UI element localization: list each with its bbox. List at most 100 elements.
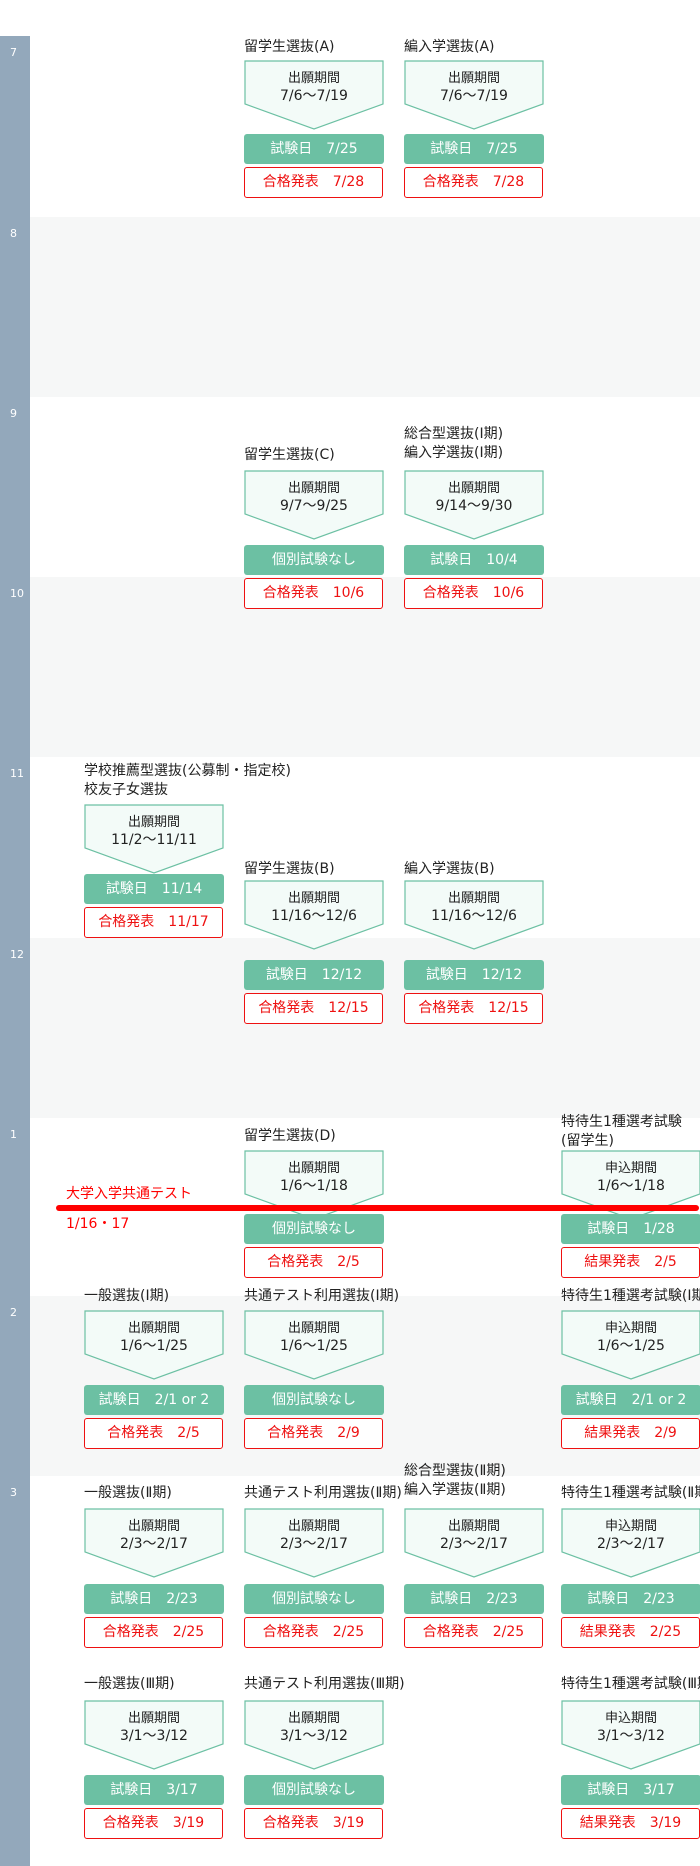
selection-title: 一般選抜(Ⅰ期): [84, 1288, 170, 1304]
month-column: 11: [0, 757, 30, 938]
month-label: 7: [10, 46, 17, 59]
exam-date-badge: 試験日 2/1 or 2: [84, 1385, 224, 1415]
selection-title: 編入学選抜(B): [404, 861, 495, 877]
result-date-badge: 結果発表 2/25: [561, 1617, 700, 1648]
common-test-title: 大学入学共通テスト: [66, 1186, 192, 1202]
common-test-date: 1/16・17: [66, 1216, 130, 1232]
period-dates: 1/6〜1/25: [120, 1338, 188, 1354]
selection-title: 留学生選抜(A): [244, 39, 335, 55]
application-period-marker: 出願期間 1/6〜1/25: [84, 1310, 224, 1380]
result-date-badge: 合格発表 2/25: [84, 1617, 223, 1648]
exam-date-badge: 試験日 7/25: [244, 134, 384, 164]
exam-date-badge: 試験日 2/23: [561, 1584, 700, 1614]
period-dates: 2/3〜2/17: [280, 1536, 348, 1552]
month-label: 2: [10, 1306, 17, 1319]
selection-title: 留学生選抜(D): [244, 1128, 336, 1144]
period-label: 出願期間: [447, 1519, 500, 1534]
result-date-badge: 合格発表 3/19: [244, 1808, 383, 1839]
period-dates: 2/3〜2/17: [120, 1536, 188, 1552]
month-column: 8: [0, 217, 30, 397]
application-period-marker: 申込期間 1/6〜1/25: [561, 1310, 700, 1380]
result-date-badge: 合格発表 7/28: [404, 167, 543, 198]
result-date-badge: 合格発表 11/17: [84, 907, 223, 938]
application-period-marker: 出願期間 11/16〜12/6: [244, 880, 384, 950]
exam-date-badge: 個別試験なし: [244, 1214, 384, 1244]
exam-date-badge: 個別試験なし: [244, 1385, 384, 1415]
period-label: 出願期間: [287, 71, 340, 86]
result-date-badge: 合格発表 12/15: [404, 993, 543, 1024]
period-label: 出願期間: [287, 1321, 340, 1336]
exam-date-badge: 試験日 10/4: [404, 545, 544, 575]
period-dates: 1/6〜1/25: [597, 1338, 665, 1354]
month-label: 8: [10, 227, 17, 240]
month-label: 12: [10, 948, 24, 961]
month-column: 2: [0, 1296, 30, 1476]
period-label: 出願期間: [287, 1519, 340, 1534]
period-label: 出願期間: [127, 1321, 180, 1336]
period-dates: 2/3〜2/17: [440, 1536, 508, 1552]
exam-date-badge: 個別試験なし: [244, 1775, 384, 1805]
result-date-badge: 合格発表 7/28: [244, 167, 383, 198]
selection-title: 共通テスト利用選抜(Ⅰ期): [244, 1288, 400, 1304]
period-dates: 3/1〜3/12: [280, 1728, 348, 1744]
exam-date-badge: 試験日 2/23: [404, 1584, 544, 1614]
period-dates: 1/6〜1/18: [597, 1178, 665, 1194]
period-label: 出願期間: [287, 1711, 340, 1726]
month-label: 10: [10, 587, 24, 600]
application-period-marker: 出願期間 1/6〜1/25: [244, 1310, 384, 1380]
selection-title: 特待生1種選考試験 (留学生): [561, 1114, 682, 1149]
application-period-marker: 出願期間 11/2〜11/11: [84, 804, 224, 874]
period-dates: 11/2〜11/11: [111, 832, 197, 848]
period-label: 申込期間: [604, 1321, 657, 1336]
period-dates: 9/14〜9/30: [435, 498, 513, 514]
month-column: 9: [0, 397, 30, 577]
month-label: 11: [10, 767, 24, 780]
period-label: 出願期間: [447, 891, 500, 906]
exam-date-badge: 試験日 3/17: [561, 1775, 700, 1805]
exam-date-badge: 試験日 2/1 or 2: [561, 1385, 700, 1415]
selection-title: 一般選抜(Ⅲ期): [84, 1676, 175, 1692]
period-dates: 7/6〜7/19: [440, 88, 508, 104]
exam-date-badge: 個別試験なし: [244, 1584, 384, 1614]
exam-date-badge: 試験日 3/17: [84, 1775, 224, 1805]
period-label: 出願期間: [447, 481, 500, 496]
application-period-marker: 出願期間 2/3〜2/17: [244, 1508, 384, 1578]
period-label: 出願期間: [127, 1519, 180, 1534]
period-label: 申込期間: [604, 1519, 657, 1534]
application-period-marker: 出願期間 7/6〜7/19: [244, 60, 384, 130]
period-dates: 3/1〜3/12: [597, 1728, 665, 1744]
month-label: 9: [10, 407, 17, 420]
result-date-badge: 結果発表 3/19: [561, 1808, 700, 1839]
period-dates: 3/1〜3/12: [120, 1728, 188, 1744]
period-label: 出願期間: [287, 891, 340, 906]
result-date-badge: 合格発表 2/5: [244, 1247, 383, 1278]
period-label: 出願期間: [127, 1711, 180, 1726]
exam-date-badge: 試験日 7/25: [404, 134, 544, 164]
result-date-badge: 合格発表 2/25: [404, 1617, 543, 1648]
exam-date-badge: 試験日 11/14: [84, 874, 224, 904]
selection-title: 総合型選抜(Ⅰ期) 編入学選抜(Ⅰ期): [404, 426, 504, 461]
month-column: 10: [0, 577, 30, 757]
selection-title: 共通テスト利用選抜(Ⅲ期): [244, 1676, 405, 1692]
application-period-marker: 出願期間 2/3〜2/17: [84, 1508, 224, 1578]
result-date-badge: 合格発表 12/15: [244, 993, 383, 1024]
month-column: 12: [0, 938, 30, 1118]
result-date-badge: 合格発表 2/5: [84, 1418, 223, 1449]
selection-title: 特待生1種選考試験(Ⅲ期): [561, 1676, 700, 1692]
result-date-badge: 合格発表 2/9: [244, 1418, 383, 1449]
application-period-marker: 出願期間 2/3〜2/17: [404, 1508, 544, 1578]
selection-title: 留学生選抜(C): [244, 447, 335, 463]
period-label: 出願期間: [447, 71, 500, 86]
application-period-marker: 出願期間 9/7〜9/25: [244, 470, 384, 540]
exam-date-badge: 試験日 1/28: [561, 1214, 700, 1244]
month-column: 7: [0, 36, 30, 217]
selection-title: 共通テスト利用選抜(Ⅱ期): [244, 1485, 402, 1501]
period-dates: 9/7〜9/25: [280, 498, 348, 514]
application-period-marker: 申込期間 2/3〜2/17: [561, 1508, 700, 1578]
application-period-marker: 申込期間 3/1〜3/12: [561, 1700, 700, 1770]
selection-title: 特待生1種選考試験(Ⅱ期): [561, 1485, 700, 1501]
period-dates: 11/16〜12/6: [431, 908, 517, 924]
period-label: 申込期間: [604, 1711, 657, 1726]
period-dates: 2/3〜2/17: [597, 1536, 665, 1552]
month-band: [30, 217, 700, 397]
